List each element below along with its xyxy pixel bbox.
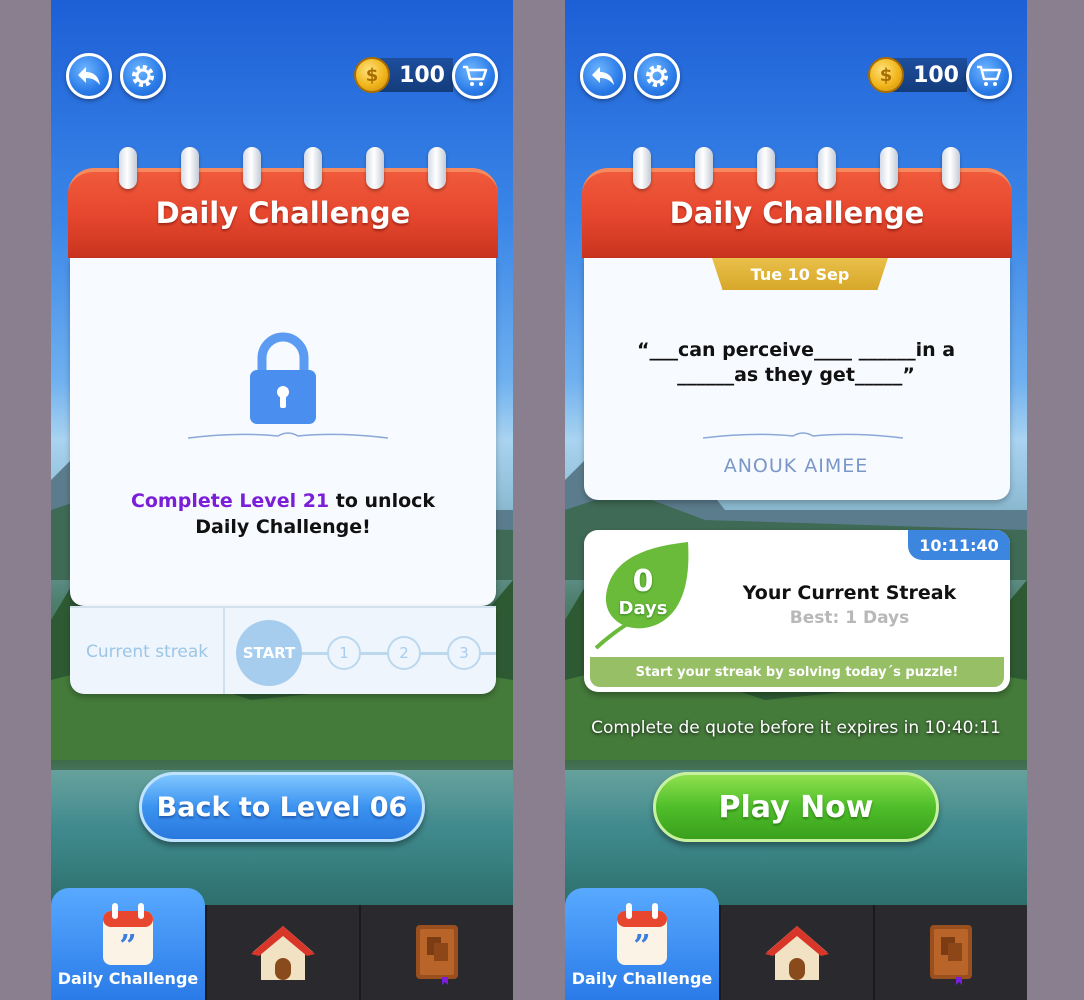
- strip-divider: [223, 608, 225, 694]
- left-screen: 100 $ Daily Challenge Complete Level 21 …: [51, 0, 513, 1000]
- book-icon: [416, 924, 458, 985]
- quote-line-2: ______as they get_____”: [677, 364, 915, 386]
- bottom-nav: ” Daily Challenge: [565, 888, 1027, 1000]
- svg-text:”: ”: [633, 929, 650, 964]
- streak-step-2: 2: [387, 636, 421, 670]
- svg-text:”: ”: [119, 929, 136, 964]
- home-icon: [765, 925, 829, 980]
- calendar-ring: [181, 147, 199, 189]
- quote-author: ANOUK AIMEE: [723, 455, 869, 477]
- calendar-quote-icon: ”: [103, 902, 153, 965]
- calendar-ring: [695, 147, 713, 189]
- quote-text: “___can perceive____ ______in a ______as…: [585, 338, 1007, 388]
- quote-line-1: “___can perceive____ ______in a: [636, 339, 956, 361]
- cart-icon: [463, 65, 488, 86]
- flourish-divider: [703, 432, 903, 439]
- nav-tab-home[interactable]: [205, 905, 359, 1000]
- streak-step-1: 1: [327, 636, 361, 670]
- nav-label-daily-challenge: Daily Challenge: [571, 968, 713, 988]
- streak-count: 0: [632, 564, 654, 599]
- shop-cart-button[interactable]: [966, 53, 1012, 99]
- gear-icon: [646, 65, 668, 87]
- nav-tab-daily-challenge[interactable]: ” Daily Challenge: [565, 888, 719, 1000]
- calendar-ring: [119, 147, 137, 189]
- calendar-title: Daily Challenge: [155, 196, 411, 230]
- calendar-ring: [304, 147, 322, 189]
- back-arrow-button[interactable]: [66, 53, 112, 99]
- coin-count: 100: [913, 62, 959, 88]
- streak-label: Current streak: [86, 642, 209, 662]
- back-arrow-icon: [592, 67, 614, 85]
- calendar-ring: [818, 147, 836, 189]
- settings-button[interactable]: [120, 53, 166, 99]
- nav-tab-daily-challenge[interactable]: ” Daily Challenge: [51, 888, 205, 1000]
- shop-cart-button[interactable]: [452, 53, 498, 99]
- unlock-level-highlight: Complete Level 21: [130, 490, 330, 512]
- streak-unit: Days: [618, 598, 668, 619]
- home-icon: [251, 925, 315, 980]
- expire-notice: Complete de quote before it expires in 1…: [591, 718, 1001, 738]
- streak-hint: Start your streak by solving today´s puz…: [590, 657, 1004, 687]
- streak-start-marker: START: [236, 620, 302, 686]
- gear-icon: [132, 65, 154, 87]
- book-icon: [930, 924, 972, 985]
- play-now-button[interactable]: Play Now: [653, 772, 939, 842]
- nav-label-daily-challenge: Daily Challenge: [57, 968, 199, 988]
- settings-button[interactable]: [634, 53, 680, 99]
- coin-icon: $: [868, 57, 904, 93]
- calendar-title: Daily Challenge: [669, 196, 925, 230]
- calendar-ring: [633, 147, 651, 189]
- unlock-line2: Daily Challenge!: [195, 516, 371, 538]
- streak-best: Best: 1 Days: [789, 608, 910, 628]
- calendar-page: Complete Level 21 to unlock Daily Challe…: [70, 258, 496, 606]
- calendar-ring: [757, 147, 775, 189]
- calendar-quote-icon: ”: [617, 902, 667, 965]
- calendar-ring: [880, 147, 898, 189]
- calendar-ring: [243, 147, 261, 189]
- unlock-rest: to unlock: [329, 490, 436, 512]
- back-to-level-button[interactable]: Back to Level 06: [139, 772, 425, 842]
- back-arrow-icon: [78, 67, 100, 85]
- calendar-ring: [428, 147, 446, 189]
- bottom-nav: ” Daily Challenge: [51, 888, 513, 1000]
- cart-icon: [977, 65, 1002, 86]
- back-arrow-button[interactable]: [580, 53, 626, 99]
- right-screen: 100 $ Daily Challenge Tue 10 Sep “___can…: [565, 0, 1027, 1000]
- padlock-icon: [250, 332, 316, 424]
- flourish-divider: [188, 432, 388, 439]
- streak-title: Your Current Streak: [742, 582, 957, 604]
- calendar-ring: [366, 147, 384, 189]
- coin-icon: $: [354, 57, 390, 93]
- nav-tab-home[interactable]: [719, 905, 873, 1000]
- countdown-timer: 10:11:40: [908, 530, 1010, 560]
- coin-count: 100: [399, 62, 445, 88]
- calendar-ring: [942, 147, 960, 189]
- date-ribbon: Tue 10 Sep: [712, 258, 888, 290]
- streak-step-3: 3: [447, 636, 481, 670]
- unlock-message: Complete Level 21 to unlock Daily Challe…: [70, 488, 496, 540]
- nav-tab-collection[interactable]: [359, 905, 513, 1000]
- streak-card: 10:11:40 0 Days Your Current Streak Best…: [584, 530, 1010, 692]
- streak-progress-strip: Current streak START 1 2 3: [70, 606, 496, 694]
- nav-tab-collection[interactable]: [873, 905, 1027, 1000]
